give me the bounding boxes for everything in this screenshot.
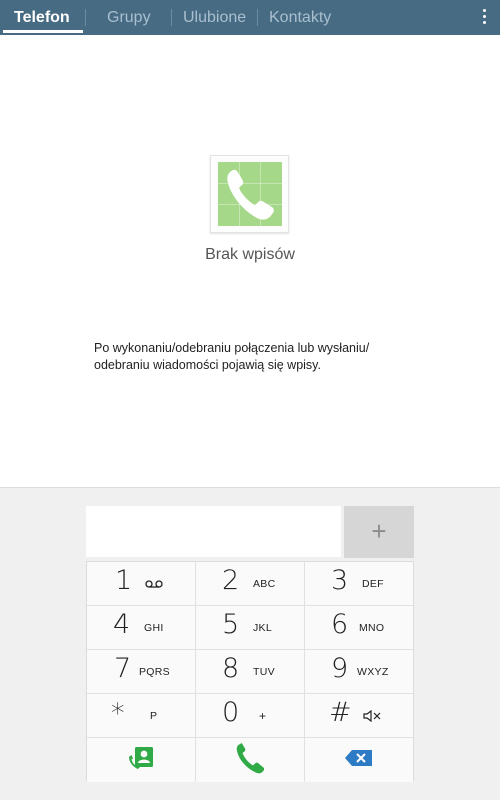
key-hash[interactable]: # (305, 694, 413, 737)
tab-bar: Telefon Grupy Ulubione Kontakty (0, 0, 500, 35)
key-letters: TUV (253, 666, 275, 678)
menu-dot (482, 9, 486, 12)
contacts-icon (127, 746, 155, 775)
key-letters: WXYZ (357, 666, 389, 678)
key-8[interactable]: 8 TUV (196, 650, 304, 693)
key-2[interactable]: 2 ABC (196, 562, 304, 605)
phone-icon (218, 162, 282, 226)
key-letters: JKL (253, 622, 272, 634)
tab-grupy[interactable]: Grupy (107, 0, 151, 35)
tab-divider (85, 9, 86, 26)
key-5[interactable]: 5 JKL (196, 606, 304, 649)
key-6[interactable]: 6 MNO (305, 606, 413, 649)
key-9[interactable]: 9 WXYZ (305, 650, 413, 693)
tab-kontakty[interactable]: Kontakty (269, 0, 331, 35)
key-letters: PQRS (139, 666, 170, 678)
mute-icon (363, 709, 381, 727)
phone-number-input[interactable] (86, 506, 341, 557)
key-7[interactable]: 7 PQRS (87, 650, 195, 693)
key-4[interactable]: 4 GHI (87, 606, 195, 649)
empty-state-title: Brak wpisów (205, 246, 295, 263)
key-letters: ABC (253, 578, 276, 590)
key-letters: GHI (144, 622, 164, 634)
key-letters: MNO (359, 622, 385, 634)
backspace-icon (345, 749, 373, 771)
overflow-menu-button[interactable] (480, 7, 488, 28)
empty-state-description: Po wykonaniu/odebraniu połączenia lub wy… (94, 341, 370, 372)
key-letters: P (150, 710, 158, 722)
contacts-button[interactable] (87, 738, 195, 782)
tab-ulubione[interactable]: Ulubione (183, 0, 246, 35)
active-tab-indicator (3, 30, 83, 33)
key-3[interactable]: 3 DEF (305, 562, 413, 605)
empty-state-icon (210, 155, 289, 233)
tab-divider (171, 9, 172, 26)
key-0[interactable]: 0 + (196, 694, 304, 737)
call-icon (235, 742, 265, 779)
call-button[interactable] (196, 738, 304, 782)
key-letters: DEF (362, 578, 384, 590)
menu-dot (482, 15, 486, 18)
key-star[interactable]: * P (87, 694, 195, 737)
key-1[interactable]: 1 (87, 562, 195, 605)
add-contact-button[interactable]: + (344, 506, 414, 558)
backspace-button[interactable] (305, 738, 413, 782)
key-letters: + (259, 709, 267, 723)
keypad: 1 2 ABC 3 DEF 4 GHI 5 JKL 6 MNO 7 PQRS 8… (86, 561, 414, 782)
tab-divider (257, 9, 258, 26)
voicemail-icon (145, 576, 163, 594)
menu-dot (482, 21, 486, 24)
